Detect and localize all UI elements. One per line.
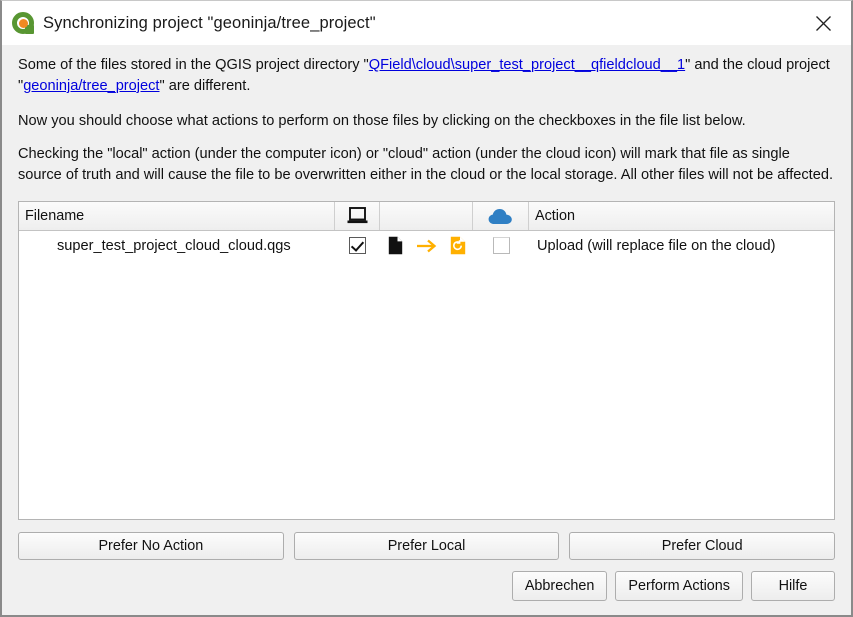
description-paragraph-2: Now you should choose what actions to pe…: [18, 113, 746, 129]
qgis-logo-icon: [12, 12, 34, 34]
prefer-no-action-button[interactable]: Prefer No Action: [18, 532, 284, 560]
prefer-cloud-button[interactable]: Prefer Cloud: [569, 532, 836, 560]
column-header-cloud[interactable]: [473, 202, 529, 230]
column-header-local[interactable]: [335, 202, 380, 230]
cell-transfer-icons: [380, 231, 473, 260]
table-header-row: Filename Action: [19, 202, 834, 231]
help-button[interactable]: Hilfe: [751, 571, 835, 601]
cell-local-checkbox[interactable]: [335, 231, 380, 260]
local-directory-link[interactable]: QField\cloud\super_test_project__qfieldc…: [369, 57, 685, 73]
window-title: Synchronizing project "geoninja/tree_pro…: [43, 13, 376, 32]
column-header-filename[interactable]: Filename: [19, 202, 335, 230]
action-label: Upload (will replace file on the cloud): [537, 237, 776, 254]
cell-filename: super_test_project_cloud_cloud.qgs: [19, 231, 335, 260]
description-paragraph-1: Some of the files stored in the QGIS pro…: [18, 55, 835, 97]
computer-icon: [347, 207, 368, 225]
prefer-button-row: Prefer No Action Prefer Local Prefer Clo…: [2, 520, 851, 560]
prefer-local-button[interactable]: Prefer Local: [293, 532, 560, 560]
description-paragraph-3: Checking the "local" action (under the c…: [18, 146, 833, 183]
document-refresh-icon: [450, 236, 466, 255]
table-body: super_test_project_cloud_cloud.qgs Uploa…: [19, 231, 834, 519]
table-row[interactable]: super_test_project_cloud_cloud.qgs Uploa…: [19, 231, 834, 260]
local-checkbox[interactable]: [349, 237, 366, 254]
cell-cloud-checkbox[interactable]: [473, 231, 529, 260]
close-icon[interactable]: [801, 5, 845, 41]
sync-project-dialog: Synchronizing project "geoninja/tree_pro…: [0, 0, 853, 617]
column-header-middle[interactable]: [380, 202, 473, 230]
arrow-right-icon: [416, 238, 437, 254]
cell-action: Upload (will replace file on the cloud): [529, 231, 834, 260]
cloud-icon: [488, 208, 513, 225]
perform-actions-button[interactable]: Perform Actions: [615, 571, 743, 601]
para1-text-after: " are different.: [159, 78, 251, 94]
column-header-action-label: Action: [535, 208, 575, 224]
title-bar: Synchronizing project "geoninja/tree_pro…: [2, 1, 851, 45]
dialog-content: Some of the files stored in the QGIS pro…: [2, 45, 851, 520]
column-header-action[interactable]: Action: [529, 202, 834, 230]
filename-label: super_test_project_cloud_cloud.qgs: [57, 237, 291, 254]
cancel-button[interactable]: Abbrechen: [511, 571, 608, 601]
column-header-filename-label: Filename: [25, 208, 85, 224]
cloud-project-link[interactable]: geoninja/tree_project: [23, 78, 159, 94]
para1-text-before: Some of the files stored in the QGIS pro…: [18, 57, 369, 73]
cloud-checkbox[interactable]: [492, 237, 510, 254]
file-list-table: Filename Action super_test_project_cloud…: [18, 201, 835, 520]
document-icon: [388, 236, 403, 255]
dialog-button-box: Abbrechen Perform Actions Hilfe: [2, 560, 851, 615]
